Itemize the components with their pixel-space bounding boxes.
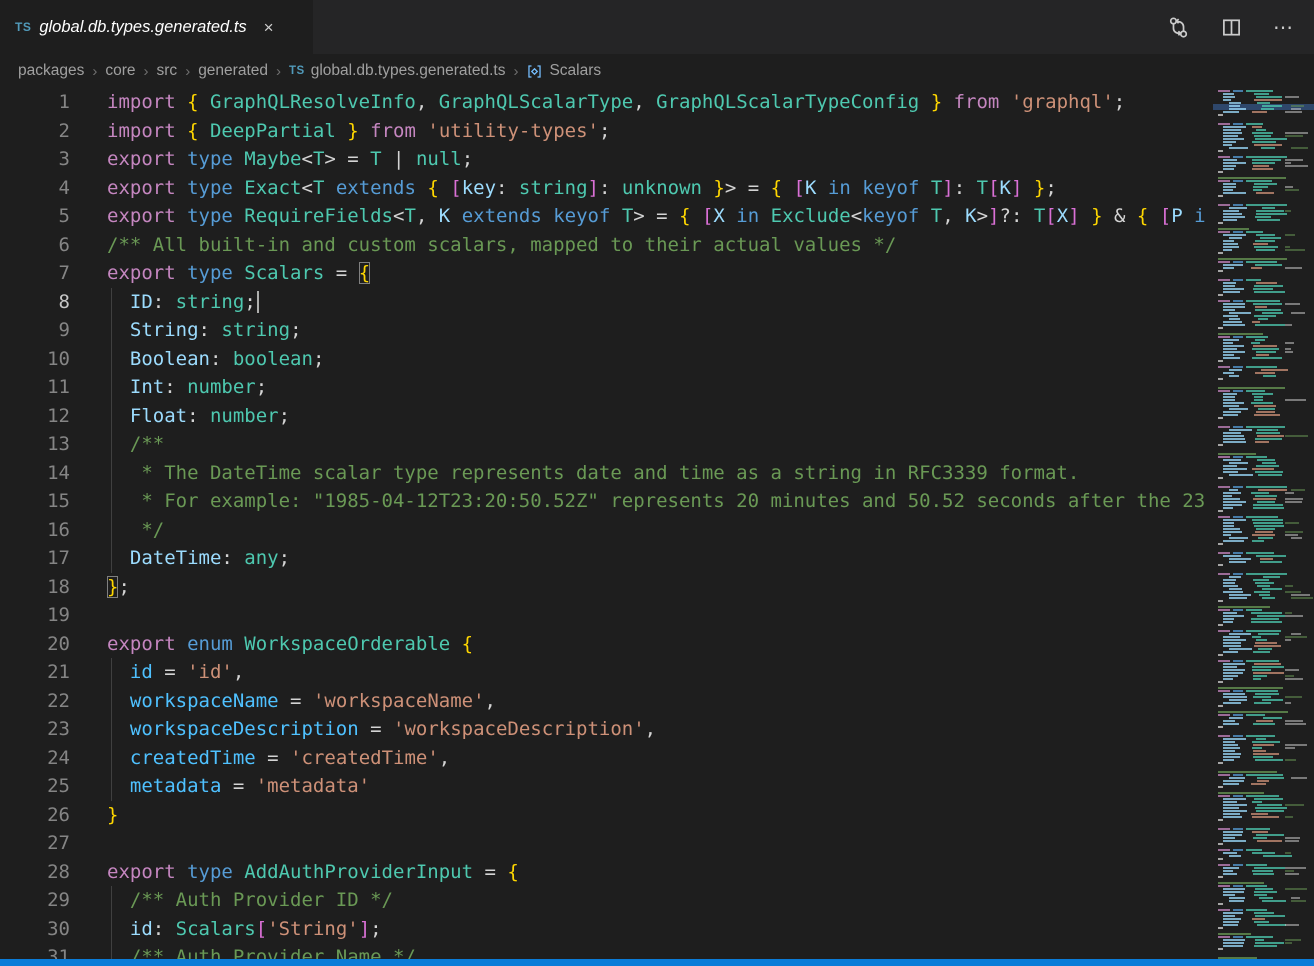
code-line[interactable]: 7export type Scalars = { (0, 259, 1213, 288)
code-line[interactable]: 26} (0, 801, 1213, 830)
line-number[interactable]: 21 (0, 658, 70, 687)
tab-label: global.db.types.generated.ts (39, 18, 246, 37)
code-line[interactable]: 1import { GraphQLResolveInfo, GraphQLSca… (0, 88, 1213, 117)
line-number[interactable]: 2 (0, 117, 70, 146)
line-number[interactable]: 4 (0, 174, 70, 203)
code-line[interactable]: 23 workspaceDescription = 'workspaceDesc… (0, 715, 1213, 744)
line-number[interactable]: 11 (0, 373, 70, 402)
code-line[interactable]: 9 String: string; (0, 316, 1213, 345)
code-line[interactable]: 30 id: Scalars['String']; (0, 915, 1213, 944)
breadcrumb-file-label: global.db.types.generated.ts (311, 62, 506, 80)
line-number[interactable]: 3 (0, 145, 70, 174)
code-line[interactable]: 14 * The DateTime scalar type represents… (0, 459, 1213, 488)
line-number[interactable]: 12 (0, 402, 70, 431)
breadcrumb-separator: › (185, 63, 190, 80)
editor-group: 1import { GraphQLResolveInfo, GraphQLSca… (0, 88, 1314, 966)
code-line[interactable]: 15 * For example: "1985-04-12T23:20:50.5… (0, 487, 1213, 516)
typescript-file-icon: TS (289, 65, 305, 77)
minimap[interactable] (1213, 88, 1314, 966)
breadcrumb-item-packages[interactable]: packages (18, 62, 84, 80)
open-changes-icon[interactable] (1167, 16, 1190, 39)
split-editor-icon[interactable] (1220, 16, 1243, 39)
code-line[interactable]: 28export type AddAuthProviderInput = { (0, 858, 1213, 887)
code-line[interactable]: 3export type Maybe<T> = T | null; (0, 145, 1213, 174)
breadcrumb-item-src[interactable]: src (157, 62, 178, 80)
line-number[interactable]: 23 (0, 715, 70, 744)
line-number[interactable]: 13 (0, 430, 70, 459)
line-number[interactable]: 25 (0, 772, 70, 801)
line-number[interactable]: 22 (0, 687, 70, 716)
breadcrumb-item-symbol-scalars[interactable]: Scalars (526, 62, 601, 80)
code-line[interactable]: 12 Float: number; (0, 402, 1213, 431)
breadcrumb-item-file[interactable]: TS global.db.types.generated.ts (289, 62, 505, 80)
line-number[interactable]: 28 (0, 858, 70, 887)
tab-bar: TS global.db.types.generated.ts × (0, 0, 1314, 54)
line-number[interactable]: 20 (0, 630, 70, 659)
code-line[interactable]: 24 createdTime = 'createdTime', (0, 744, 1213, 773)
breadcrumb-item-core[interactable]: core (105, 62, 135, 80)
more-actions-icon[interactable]: ⋯ (1273, 15, 1294, 40)
code-line[interactable]: 27 (0, 829, 1213, 858)
code-line[interactable]: 4export type Exact<T extends { [key: str… (0, 174, 1213, 203)
code-line[interactable]: 13 /** (0, 430, 1213, 459)
line-number[interactable]: 8 (0, 288, 70, 317)
line-number[interactable]: 1 (0, 88, 70, 117)
line-number[interactable]: 27 (0, 829, 70, 858)
line-number[interactable]: 18 (0, 573, 70, 602)
code-line[interactable]: 19 (0, 601, 1213, 630)
code-line[interactable]: 8 ID: string; (0, 288, 1213, 317)
close-icon[interactable]: × (261, 17, 277, 38)
line-number[interactable]: 5 (0, 202, 70, 231)
breadcrumb-separator: › (513, 63, 518, 80)
breadcrumb-separator: › (92, 63, 97, 80)
line-number[interactable]: 29 (0, 886, 70, 915)
line-number[interactable]: 19 (0, 601, 70, 630)
line-number[interactable]: 26 (0, 801, 70, 830)
line-number[interactable]: 9 (0, 316, 70, 345)
line-number[interactable]: 16 (0, 516, 70, 545)
symbol-type-icon (526, 63, 543, 80)
line-number[interactable]: 24 (0, 744, 70, 773)
typescript-file-icon: TS (15, 20, 31, 34)
code-line[interactable]: 2import { DeepPartial } from 'utility-ty… (0, 117, 1213, 146)
line-number[interactable]: 15 (0, 487, 70, 516)
breadcrumb-item-generated[interactable]: generated (198, 62, 268, 80)
status-bar (0, 959, 1314, 966)
code-line[interactable]: 5export type RequireFields<T, K extends … (0, 202, 1213, 231)
vscode-window: TS global.db.types.generated.ts × (0, 0, 1314, 966)
code-line[interactable]: 17 DateTime: any; (0, 544, 1213, 573)
code-line[interactable]: 6/** All built-in and custom scalars, ma… (0, 231, 1213, 260)
code-line[interactable]: 16 */ (0, 516, 1213, 545)
line-number[interactable]: 10 (0, 345, 70, 374)
code-area[interactable]: 1import { GraphQLResolveInfo, GraphQLSca… (0, 88, 1213, 966)
line-number[interactable]: 17 (0, 544, 70, 573)
editor-actions: ⋯ (1167, 0, 1314, 54)
code-line[interactable]: 21 id = 'id', (0, 658, 1213, 687)
text-cursor (257, 291, 259, 313)
code-line[interactable]: 18}; (0, 573, 1213, 602)
tab-global-db-types-generated-ts[interactable]: TS global.db.types.generated.ts × (0, 0, 313, 54)
code-line[interactable]: 20export enum WorkspaceOrderable { (0, 630, 1213, 659)
breadcrumb-separator: › (276, 63, 281, 80)
breadcrumb: packages › core › src › generated › TS g… (0, 54, 1314, 88)
line-number[interactable]: 6 (0, 231, 70, 260)
code-line[interactable]: 11 Int: number; (0, 373, 1213, 402)
code-line[interactable]: 22 workspaceName = 'workspaceName', (0, 687, 1213, 716)
code-line[interactable]: 25 metadata = 'metadata' (0, 772, 1213, 801)
breadcrumb-separator: › (144, 63, 149, 80)
code-line[interactable]: 10 Boolean: boolean; (0, 345, 1213, 374)
line-number[interactable]: 30 (0, 915, 70, 944)
line-number[interactable]: 7 (0, 259, 70, 288)
code-line[interactable]: 29 /** Auth Provider ID */ (0, 886, 1213, 915)
line-number[interactable]: 14 (0, 459, 70, 488)
breadcrumb-symbol-label: Scalars (549, 62, 601, 80)
